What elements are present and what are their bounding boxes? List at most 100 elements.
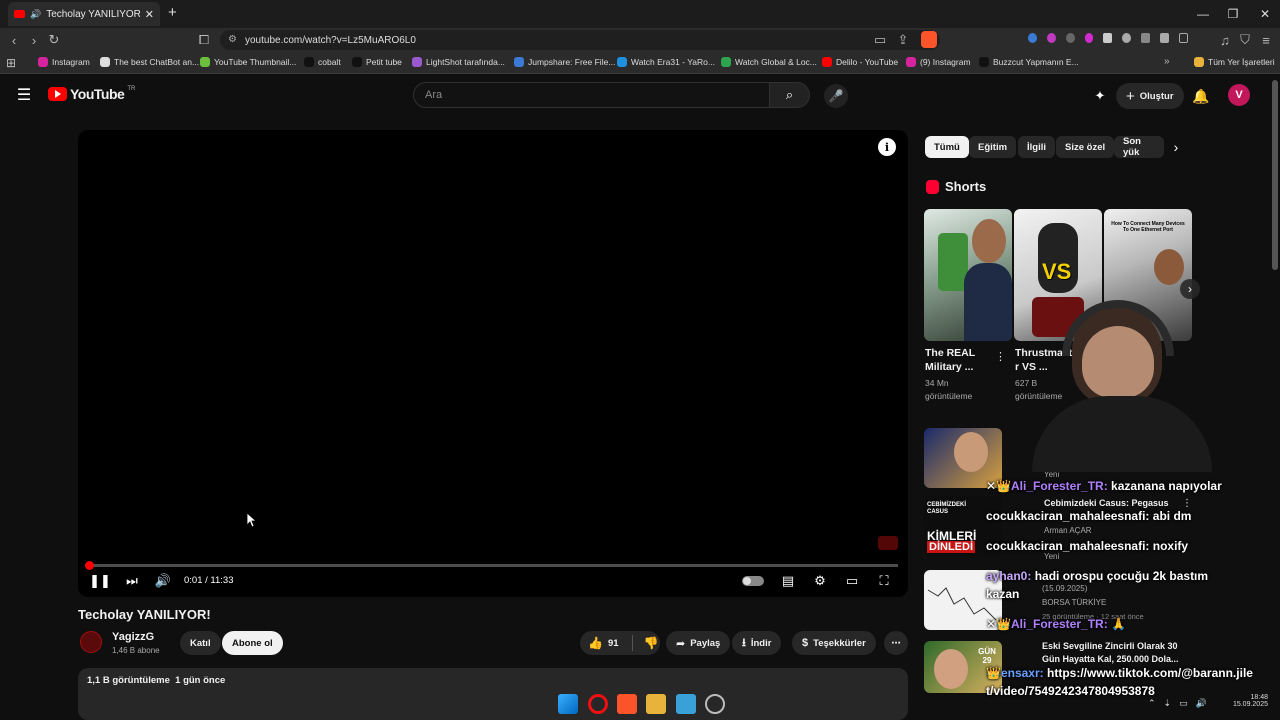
like-count[interactable]: 91 — [608, 638, 619, 649]
share-icon[interactable]: ⇪ — [893, 30, 913, 50]
extension-icon[interactable] — [1141, 33, 1151, 43]
sidebar-icon[interactable] — [1178, 33, 1188, 43]
address-bar[interactable]: ⚙ youtube.com/watch?v=Lz5MuARO6L0 — [220, 30, 940, 50]
extension-icon[interactable] — [1046, 33, 1056, 43]
short-title[interactable]: Military ... — [925, 360, 1005, 374]
file-explorer-icon[interactable] — [646, 694, 666, 714]
all-bookmarks[interactable]: Tüm Yer İşaretleri — [1194, 57, 1275, 67]
share-button[interactable]: ➦ Paylaş — [666, 631, 731, 655]
video-player[interactable]: i ❚❚ ⏭ 🔊 0:01 / 11:33 ▤ ⚙ ▭ ⛶ — [78, 130, 908, 597]
filter-chip[interactable]: Tümü — [925, 136, 969, 158]
channel-avatar[interactable] — [80, 631, 102, 653]
progress-bar[interactable] — [85, 561, 898, 570]
search-input[interactable]: Ara — [413, 82, 770, 108]
bookmark-item[interactable]: Watch Era31 - YaRo... — [617, 57, 715, 67]
music-icon[interactable]: ♫ — [1215, 30, 1235, 50]
apps-grid-icon[interactable]: ⊞ — [6, 56, 16, 70]
extension-icon[interactable] — [1028, 33, 1037, 43]
create-button[interactable]: + Oluştur — [1116, 83, 1184, 109]
settings-gear-icon[interactable]: ⚙ — [810, 571, 830, 591]
extension-icon[interactable] — [1122, 33, 1132, 43]
bookmark-item[interactable]: Delilo - YouTube — [822, 57, 898, 67]
minimize-icon[interactable]: — — [1188, 4, 1218, 24]
notifications-bell-icon[interactable]: 🔔 — [1191, 86, 1211, 106]
like-icon[interactable]: 👍 — [588, 636, 603, 650]
dislike-icon[interactable]: 👎 — [644, 636, 659, 650]
close-tab-icon[interactable]: ✕ — [145, 8, 154, 21]
fullscreen-icon[interactable]: ⛶ — [874, 571, 894, 591]
short-title[interactable]: The REAL — [925, 346, 1005, 360]
subtitles-icon[interactable]: ▤ — [778, 571, 798, 591]
vpn-icon[interactable]: ⛉ — [1235, 30, 1255, 50]
short-thumbnail[interactable] — [924, 209, 1012, 341]
windows-start-icon[interactable] — [558, 694, 578, 714]
theater-mode-icon[interactable]: ▭ — [842, 571, 862, 591]
related-title[interactable]: Eski Sevgiline Zincirli Olarak 30 — [1042, 641, 1178, 651]
bookmark-item[interactable]: Jumpshare: Free File... — [514, 57, 615, 67]
back-icon[interactable]: ‹ — [4, 30, 24, 50]
clock[interactable]: 18:48 15.09.2025 — [1226, 694, 1268, 708]
display-icon[interactable]: ▭ — [1179, 698, 1188, 709]
more-vert-icon[interactable]: ⋮ — [1182, 498, 1192, 509]
more-actions-button[interactable]: ⋯ — [884, 631, 908, 655]
bookmark-item[interactable]: Instagram — [38, 57, 90, 67]
next-icon[interactable]: ⏭ — [122, 571, 142, 591]
browser-tab[interactable]: 🔊 Techolay YANILIYOR! - YouTube ✕ — [8, 2, 160, 26]
hamburger-menu-icon[interactable]: ☰ — [14, 86, 34, 104]
avatar[interactable]: V — [1228, 84, 1250, 106]
brave-icon[interactable] — [617, 694, 637, 714]
bookmark-item[interactable]: The best ChatBot an... — [100, 57, 199, 67]
related-title[interactable]: Gün Hayatta Kal, 250.000 Dola... — [1042, 654, 1179, 664]
app-icon[interactable] — [705, 694, 725, 714]
bookmark-icon[interactable]: ⧠ — [194, 30, 214, 50]
filter-chip[interactable]: Son yük — [1114, 136, 1164, 158]
page-scrollbar[interactable] — [1272, 80, 1278, 270]
join-button[interactable]: Katıl — [180, 631, 221, 655]
more-bookmarks-icon[interactable]: » — [1164, 56, 1170, 67]
bookmark-item[interactable]: LightShot tarafında... — [412, 57, 505, 67]
pause-icon[interactable]: ❚❚ — [89, 571, 111, 591]
reload-icon[interactable]: ↻ — [44, 30, 64, 50]
voice-search-icon[interactable]: 🎤 — [824, 84, 848, 108]
volume-tray-icon[interactable]: 🔊 — [1196, 698, 1207, 709]
bookmark-item[interactable]: Buzzcut Yapmanın E... — [979, 57, 1079, 67]
filter-chip[interactable]: İlgili — [1018, 136, 1055, 158]
download-button[interactable]: ⭳ İndir — [732, 631, 782, 655]
chips-next-icon[interactable]: › — [1168, 138, 1184, 156]
progress-scrubber[interactable] — [85, 561, 95, 570]
channel-name[interactable]: YagizzG — [112, 631, 154, 643]
mail-icon[interactable] — [676, 694, 696, 714]
subscribe-button[interactable]: Abone ol — [222, 631, 283, 655]
bookmark-item[interactable]: (9) Instagram — [906, 57, 971, 67]
menu-icon[interactable]: ≡ — [1256, 30, 1276, 50]
extension-icon[interactable] — [1084, 33, 1094, 43]
autoplay-toggle[interactable] — [742, 576, 764, 586]
volume-icon[interactable]: 🔊 — [153, 571, 173, 591]
filter-chip[interactable]: Size özel — [1056, 136, 1115, 158]
bookmark-item[interactable]: Petit tube — [352, 57, 402, 67]
cast-icon[interactable]: ▭ — [870, 30, 890, 50]
extension-icon[interactable] — [1065, 33, 1075, 43]
brave-shield-icon[interactable] — [921, 31, 937, 48]
opera-icon[interactable] — [588, 694, 608, 714]
close-window-icon[interactable]: ✕ — [1250, 4, 1280, 24]
bookmark-item[interactable]: Watch Global & Loc... — [721, 57, 817, 67]
bookmark-item[interactable]: cobalt — [304, 57, 341, 67]
tray-chevron-icon[interactable]: ⌃ — [1148, 698, 1156, 709]
extension-icon[interactable] — [1103, 33, 1113, 43]
network-icon[interactable]: ⇣ — [1164, 698, 1172, 709]
site-info-icon[interactable]: ⚙ — [228, 34, 237, 45]
thanks-button[interactable]: $ Teşekkürler — [792, 631, 876, 655]
restore-icon[interactable]: ❐ — [1218, 4, 1248, 24]
new-tab-icon[interactable]: + — [168, 4, 177, 21]
info-icon[interactable]: i — [878, 138, 896, 156]
related-title[interactable]: Cebimizdeki Casus: Pegasus — [1044, 498, 1169, 508]
more-vert-icon[interactable]: ⋮ — [995, 350, 1006, 363]
puzzle-icon[interactable] — [1160, 33, 1169, 43]
forward-icon[interactable]: › — [24, 30, 44, 50]
youtube-logo[interactable]: YouTube TR — [48, 86, 135, 102]
ai-sparkle-icon[interactable]: ✦ — [1090, 86, 1110, 106]
search-button[interactable]: ⌕ — [770, 82, 810, 108]
filter-chip[interactable]: Eğitim — [969, 136, 1017, 158]
bookmark-item[interactable]: YouTube Thumbnail... — [200, 57, 296, 67]
